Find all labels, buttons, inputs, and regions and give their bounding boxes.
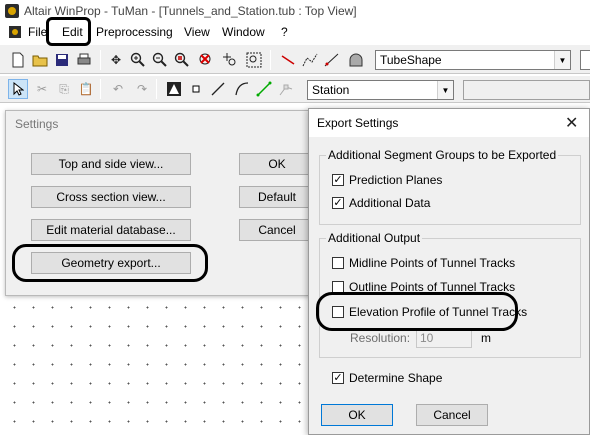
export-ok-button[interactable]: OK — [321, 404, 393, 426]
copy-icon[interactable]: ⎘ — [54, 79, 74, 99]
shape-select[interactable]: TubeShape ▼ — [375, 50, 571, 70]
top-side-view-button[interactable]: Top and side view... — [31, 153, 191, 175]
segment-groups-label: Additional Segment Groups to be Exported — [326, 148, 559, 162]
save-icon[interactable] — [52, 50, 72, 70]
measure-icon[interactable] — [322, 50, 342, 70]
app-logo-icon — [5, 4, 19, 18]
prediction-planes-checkbox[interactable]: ✓ — [332, 174, 344, 186]
arc-tool-icon[interactable] — [232, 79, 252, 99]
drawing-toolbar: ✂ ⎘ 📋 ↶ ↷ Station ▼ — [0, 75, 590, 103]
export-settings-dialog: Export Settings ✕ Additional Segment Gro… — [308, 108, 590, 435]
ok-button[interactable]: OK — [239, 153, 315, 175]
window-title: Altair WinProp - TuMan - [Tunnels_and_St… — [24, 4, 357, 18]
geometry-export-highlight — [12, 244, 208, 282]
segment-groups-group: Additional Segment Groups to be Exported — [319, 148, 581, 225]
chevron-down-icon[interactable]: ▼ — [437, 81, 453, 99]
additional-data-checkbox[interactable]: ✓ — [332, 197, 344, 209]
main-toolbar: ✥ TubeShape ▼ — [0, 44, 590, 74]
elevation-profile-highlight — [316, 292, 518, 331]
zoom-out-icon[interactable] — [150, 50, 170, 70]
determine-shape-label: Determine Shape — [349, 371, 443, 385]
settings-dialog-title: Settings — [15, 117, 59, 131]
cross-section-view-button[interactable]: Cross section view... — [31, 186, 191, 208]
print-icon[interactable] — [74, 50, 94, 70]
extra-select[interactable] — [580, 50, 590, 70]
menu-view[interactable]: View — [184, 25, 210, 39]
tunnel-icon[interactable] — [346, 50, 366, 70]
polyline-icon[interactable] — [300, 50, 320, 70]
shape-select-value: TubeShape — [380, 53, 442, 67]
redo-icon[interactable]: ↷ — [132, 79, 152, 99]
cancel-button[interactable]: Cancel — [239, 219, 315, 241]
menu-help[interactable]: ? — [281, 25, 288, 39]
export-cancel-button[interactable]: Cancel — [416, 404, 488, 426]
cut-icon[interactable]: ✂ — [32, 79, 52, 99]
default-button[interactable]: Default — [239, 186, 315, 208]
menu-preprocessing[interactable]: Preprocessing — [96, 25, 173, 39]
close-icon[interactable]: ✕ — [565, 113, 578, 133]
edit-menu-highlight — [46, 17, 91, 46]
zoom-point-icon[interactable] — [220, 50, 240, 70]
menu-window[interactable]: Window — [222, 25, 265, 39]
zoom-cancel-icon[interactable] — [196, 50, 216, 70]
zoom-in-icon[interactable] — [128, 50, 148, 70]
additional-output-label: Additional Output — [326, 231, 423, 245]
undo-icon[interactable]: ↶ — [108, 79, 128, 99]
midline-points-label: Midline Points of Tunnel Tracks — [349, 256, 516, 270]
prediction-planes-label: Prediction Planes — [349, 173, 443, 187]
line-tool-icon[interactable] — [208, 79, 228, 99]
export-dialog-title: Export Settings — [317, 116, 399, 130]
layer-select[interactable]: Station ▼ — [307, 80, 454, 100]
paste-icon[interactable]: 📋 — [76, 79, 96, 99]
warning-icon[interactable] — [164, 79, 184, 99]
resolution-input[interactable]: 10 — [416, 328, 472, 348]
point-icon[interactable] — [186, 79, 206, 99]
status-field — [463, 80, 590, 100]
segment-tool-icon[interactable] — [254, 79, 274, 99]
determine-shape-checkbox[interactable]: ✓ — [332, 372, 344, 384]
draw-line-icon[interactable] — [278, 50, 298, 70]
export-dialog-title-bar: Export Settings ✕ — [309, 109, 589, 137]
resolution-label: Resolution: — [350, 331, 411, 345]
select-pointer-icon[interactable] — [8, 79, 28, 99]
additional-data-label: Additional Data — [349, 196, 431, 210]
chevron-down-icon[interactable]: ▼ — [554, 51, 570, 69]
open-folder-icon[interactable] — [30, 50, 50, 70]
mdi-document-icon[interactable] — [8, 25, 22, 39]
layer-select-value: Station — [312, 83, 350, 97]
zoom-window-icon[interactable] — [172, 50, 192, 70]
new-file-icon[interactable] — [8, 50, 28, 70]
pan-icon[interactable]: ✥ — [106, 50, 126, 70]
edit-material-database-button[interactable]: Edit material database... — [31, 219, 191, 241]
resolution-unit: m — [481, 331, 491, 345]
menu-file[interactable]: File — [28, 25, 47, 39]
midline-points-checkbox[interactable] — [332, 257, 344, 269]
zoom-fit-icon[interactable] — [244, 50, 264, 70]
node-tool-icon[interactable] — [276, 79, 296, 99]
